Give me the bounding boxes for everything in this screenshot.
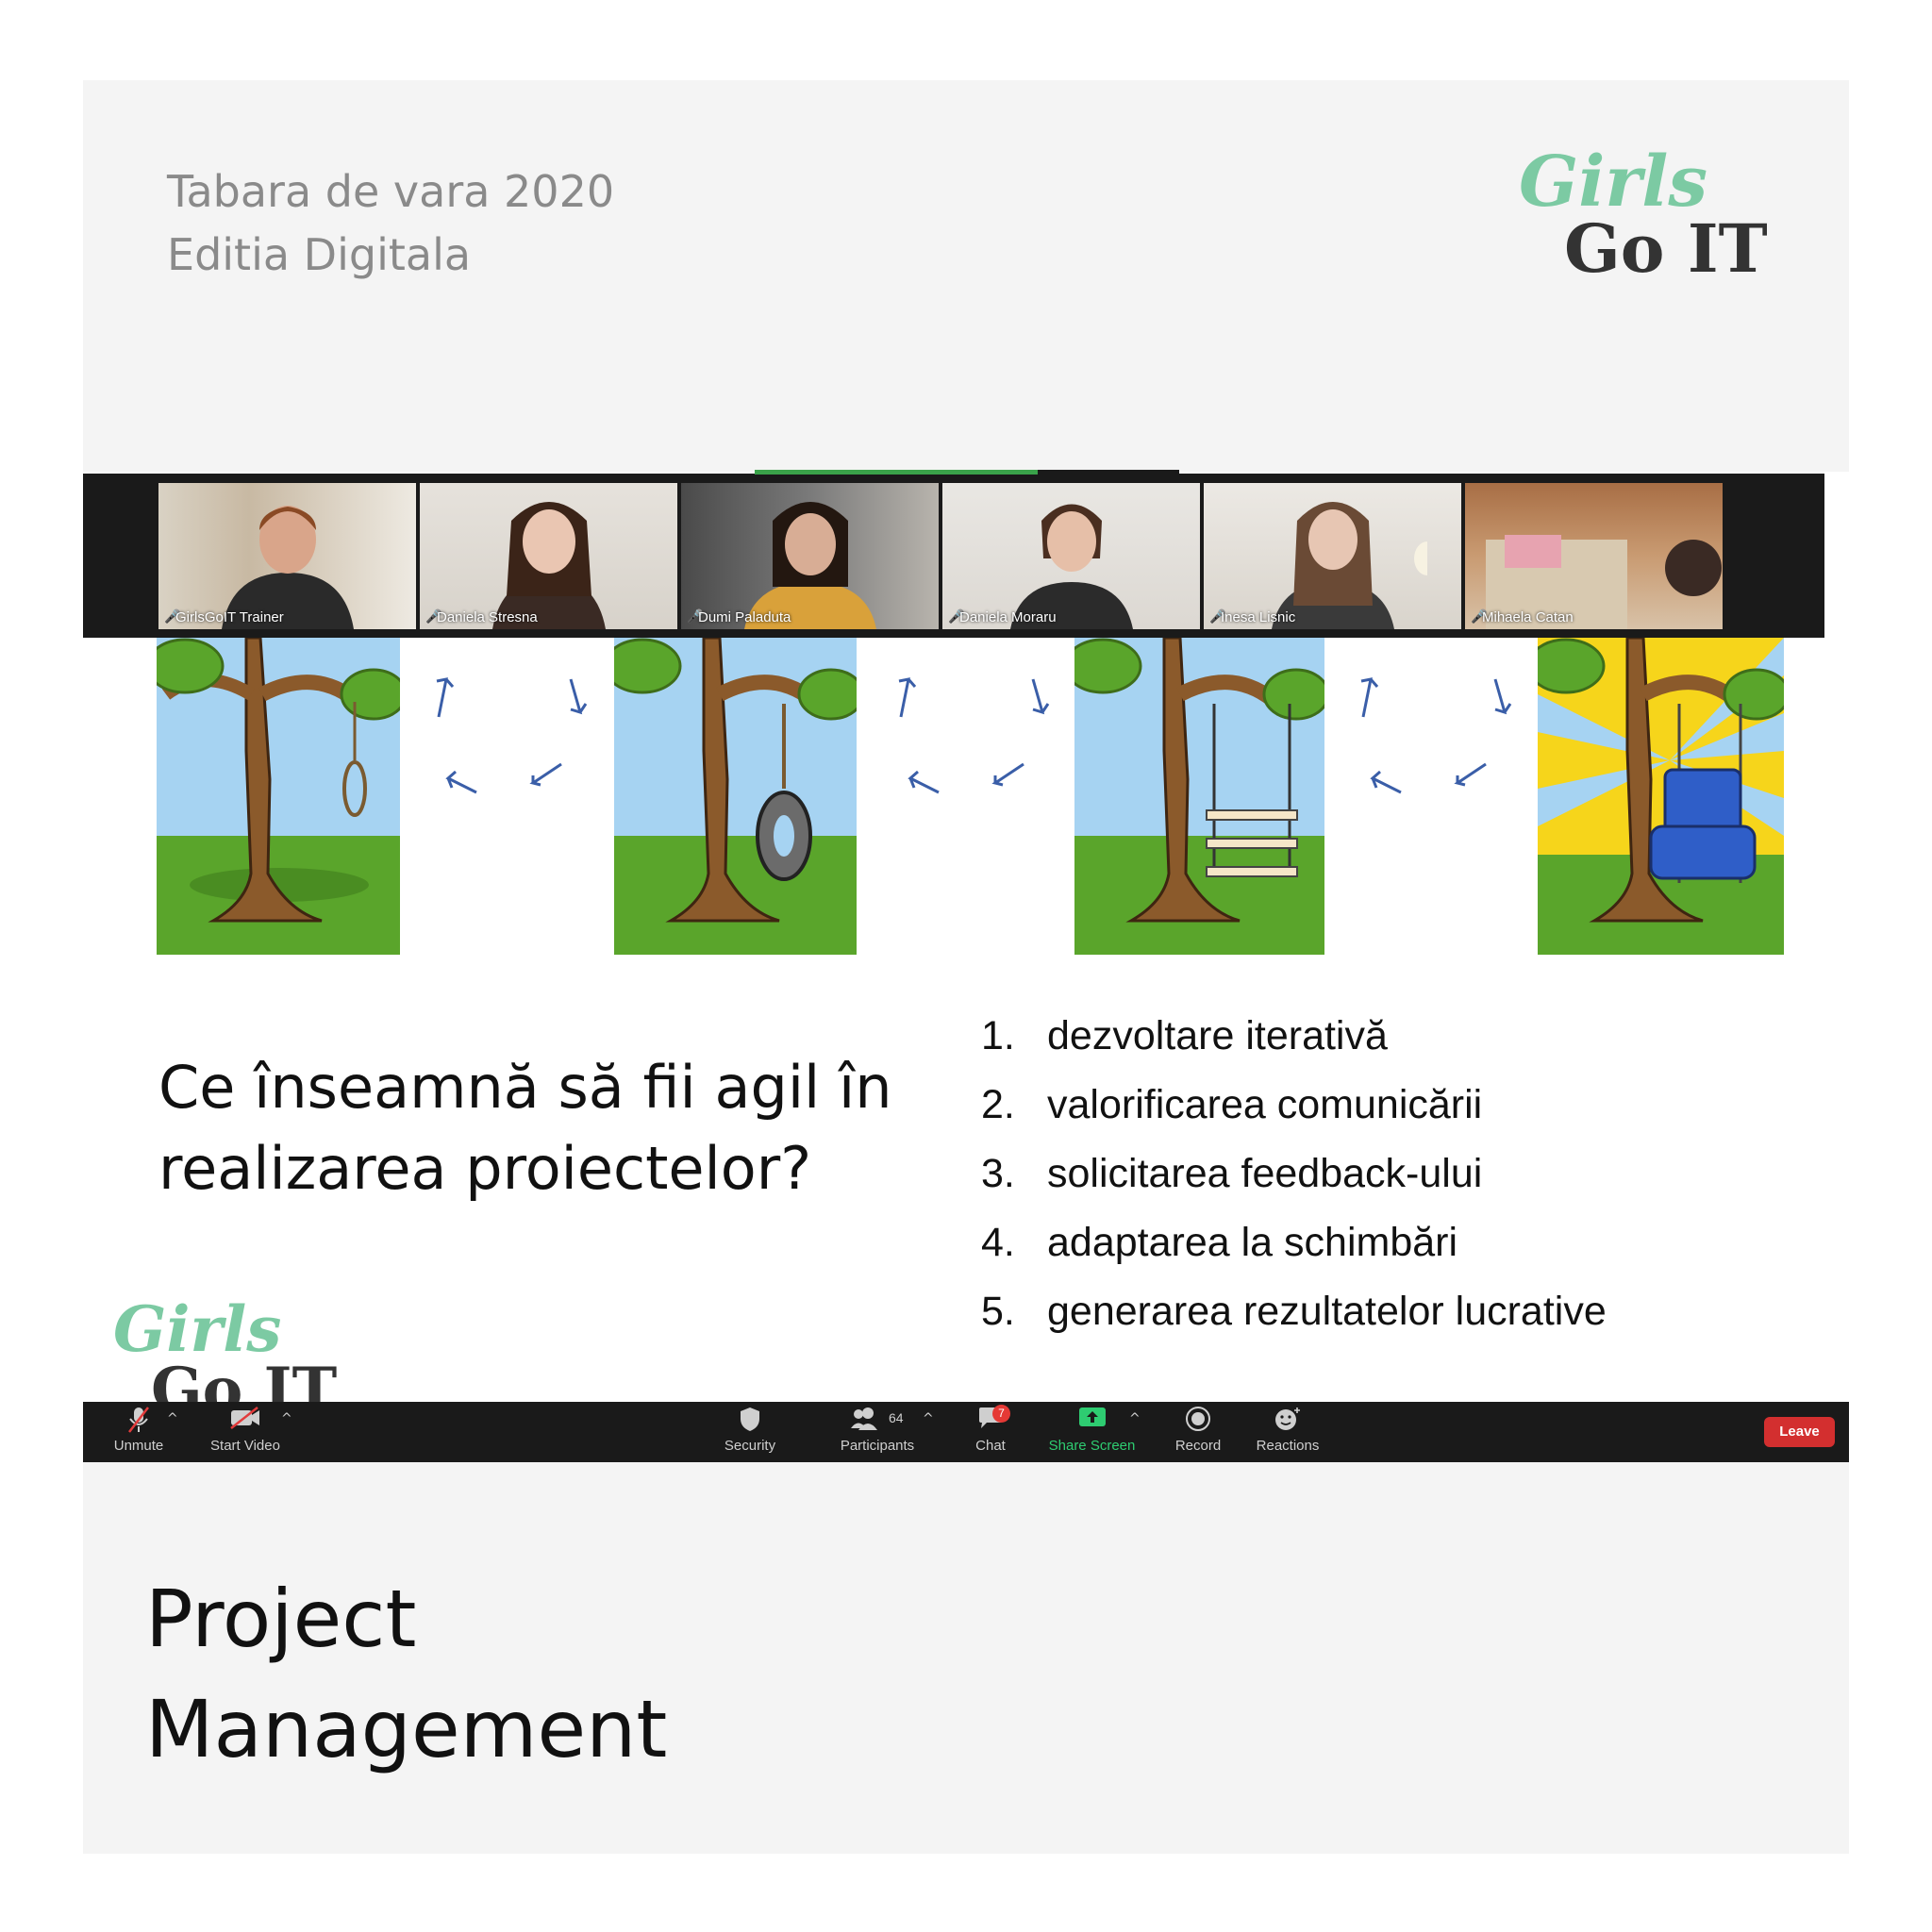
security-button[interactable]: Security <box>717 1402 783 1462</box>
cycle-arrows-3 <box>1344 660 1524 802</box>
agile-list: 1. dezvoltare iterativă 2. valorificarea c… <box>981 1002 1607 1346</box>
video-tile[interactable]: 🎤 Daniela Stresna <box>420 483 677 629</box>
participants-count: 64 <box>889 1410 904 1425</box>
record-icon <box>1165 1406 1231 1438</box>
list-item: 3. solicitarea feedback-ului <box>981 1151 1483 1196</box>
tree-panel-ladder-swing <box>1074 638 1324 955</box>
record-button[interactable]: Record <box>1165 1402 1231 1462</box>
list-item: 1. dezvoltare iterativă <box>981 1013 1388 1058</box>
event-title: Tabara de vara 2020 <box>167 166 615 217</box>
girlsgoit-logo: Girls Go IT <box>1519 142 1768 288</box>
share-options-caret-icon[interactable]: ^ <box>1129 1411 1141 1426</box>
participants-button[interactable]: 64 Participants <box>830 1402 924 1462</box>
tree-panel-noose <box>157 638 400 955</box>
post-caption: Project Management <box>145 1573 668 1775</box>
video-options-caret-icon[interactable]: ^ <box>281 1411 292 1426</box>
active-speaker-indicator <box>755 470 1179 475</box>
participants-options-caret-icon[interactable]: ^ <box>923 1411 934 1426</box>
share-screen-icon <box>1042 1406 1141 1438</box>
reactions-button[interactable]: Reactions <box>1250 1402 1325 1462</box>
chat-icon <box>958 1406 1024 1438</box>
slide-question: Ce înseamnă să fii agil în realizarea pr… <box>158 1053 892 1203</box>
participants-icon: 64 <box>830 1406 924 1438</box>
unmute-button[interactable]: Unmute <box>106 1402 172 1462</box>
video-tile[interactable]: 🎤 GirlsGoIT Trainer <box>158 483 416 629</box>
video-tile[interactable]: 🎤 Daniela Moraru <box>942 483 1200 629</box>
cycle-arrows-1 <box>420 660 599 802</box>
list-item: 4. adaptarea la schimbări <box>981 1220 1458 1265</box>
video-tile[interactable]: 🎤 Dumi Paladuta <box>681 483 939 629</box>
unmute-options-caret-icon[interactable]: ^ <box>167 1411 178 1426</box>
tree-panel-armchair <box>1538 638 1784 955</box>
chat-button[interactable]: Chat <box>958 1402 1024 1462</box>
event-heading: Tabara de vara 2020 Editia Digitala <box>167 160 614 287</box>
chat-unread-badge: 7 <box>992 1405 1010 1423</box>
leave-button[interactable]: Leave <box>1764 1417 1835 1447</box>
list-item: 5. generarea rezultatelor lucrative <box>981 1289 1607 1334</box>
start-video-button[interactable]: Start Video <box>203 1402 288 1462</box>
event-subtitle: Editia Digitala <box>167 229 472 280</box>
list-item: 2. valorificarea comunicării <box>981 1082 1483 1127</box>
video-tile[interactable]: 🎤 Mihaela Catan <box>1465 483 1723 629</box>
smiley-icon <box>1250 1406 1325 1438</box>
tree-panel-tire <box>614 638 857 955</box>
share-screen-button[interactable]: Share Screen <box>1042 1402 1141 1462</box>
muted-mic-icon <box>106 1406 172 1438</box>
cycle-arrows-2 <box>882 660 1061 802</box>
video-off-icon <box>203 1406 288 1438</box>
video-tile[interactable]: 🎤 Inesa Lisnic <box>1204 483 1461 629</box>
slide-logo: Girls Go IT <box>113 1292 338 1402</box>
shield-icon <box>717 1406 783 1438</box>
